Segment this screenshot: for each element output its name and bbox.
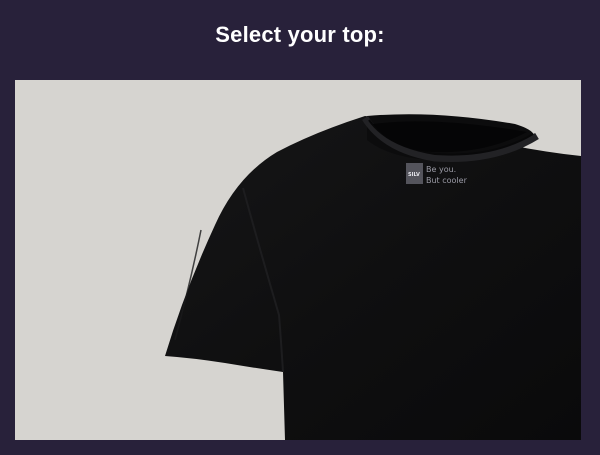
- top-option-card[interactable]: SILV Be you. But cooler: [15, 80, 581, 440]
- svg-text:But cooler: But cooler: [426, 176, 468, 185]
- page-title: Select your top:: [215, 22, 385, 47]
- top-selection-page: Select your top: SILV Be you. But cooler: [0, 0, 600, 455]
- svg-text:SILV: SILV: [408, 172, 420, 178]
- tshirt-image: SILV Be you. But cooler: [165, 114, 581, 440]
- tshirt-body: [165, 116, 581, 440]
- svg-text:Be you.: Be you.: [426, 165, 456, 174]
